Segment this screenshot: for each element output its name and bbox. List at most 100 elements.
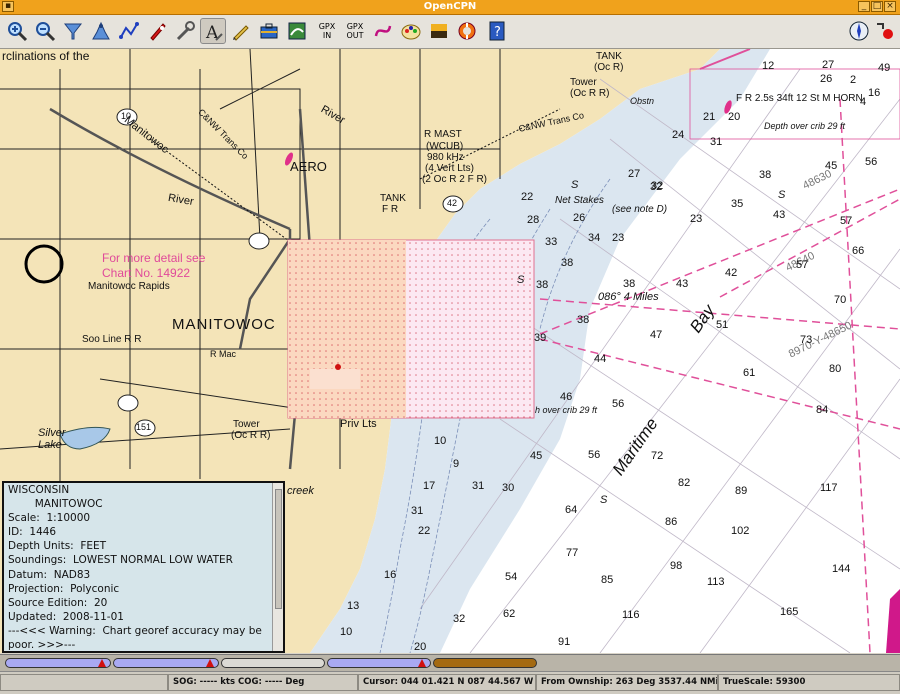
sounding-value: 35 bbox=[731, 198, 744, 210]
piano-key-4-marker bbox=[418, 659, 426, 667]
sounding-value: 77 bbox=[566, 547, 579, 559]
chart-label-creek: creek bbox=[287, 485, 314, 497]
chart-label-tank-1: TANK bbox=[380, 193, 406, 204]
sounding-value: 16 bbox=[384, 569, 397, 581]
chart-label-tower-1b: (Oc R R) bbox=[570, 88, 610, 99]
sounding-value: 10 bbox=[434, 435, 447, 447]
route-button[interactable] bbox=[116, 18, 142, 44]
sounding-value: 2 bbox=[850, 74, 857, 86]
day-night-button[interactable] bbox=[426, 18, 452, 44]
sounding-value: 17 bbox=[423, 480, 436, 492]
piano-key-4[interactable] bbox=[327, 658, 431, 668]
route-shield-10-label: 10 bbox=[121, 111, 132, 121]
help-button[interactable]: ? bbox=[484, 18, 510, 44]
sounding-value: 89 bbox=[735, 485, 748, 497]
sounding-value: 34 bbox=[588, 232, 601, 244]
chart-label-tower-1: Tower bbox=[570, 77, 597, 88]
piano-key-5[interactable] bbox=[433, 658, 537, 668]
sounding-value: 13 bbox=[347, 600, 360, 612]
scale-in-button[interactable] bbox=[60, 18, 86, 44]
pencil-icon bbox=[233, 25, 249, 41]
sounding-value: 26 bbox=[573, 212, 586, 224]
piano-key-3[interactable] bbox=[221, 658, 325, 668]
title-bar: ▪ OpenCPN _ □ × bbox=[0, 0, 900, 15]
sounding-value: 61 bbox=[743, 367, 756, 379]
sounding-value: 28 bbox=[527, 214, 540, 226]
chart-label-tower-2b: (Oc R R) bbox=[231, 430, 271, 441]
zoom-in-button[interactable] bbox=[4, 18, 30, 44]
chart-label-priv-lts: Priv Lts bbox=[340, 418, 377, 430]
sounding-value: 64 bbox=[565, 504, 578, 516]
sounding-value: 43 bbox=[773, 209, 786, 221]
status-from-ownship: From Ownship: 263 Deg 3537.44 NMi bbox=[536, 674, 718, 691]
gpx-export-button[interactable]: GPX OUT bbox=[342, 18, 368, 44]
chart-seabed-mark: S bbox=[778, 189, 786, 201]
sounding-value: 38 bbox=[561, 257, 574, 269]
chart-seabed-mark: S bbox=[571, 179, 579, 191]
chart-label-freq: 980 kHz bbox=[427, 152, 464, 163]
sounding-value: 22 bbox=[521, 191, 534, 203]
piano-key-2[interactable] bbox=[113, 658, 219, 668]
route-icon bbox=[119, 22, 139, 39]
chart-label-r-mast: R MAST bbox=[424, 129, 462, 140]
north-up-button[interactable] bbox=[846, 18, 872, 44]
sounding-value: 30 bbox=[502, 482, 515, 494]
gps-status-button[interactable] bbox=[872, 18, 898, 44]
chart-label-light-top: F R 2.5s 34ft 12 St M HORN bbox=[736, 93, 863, 104]
sounding-value: 42 bbox=[725, 267, 738, 279]
palette-icon bbox=[401, 24, 421, 40]
chart-label-obstn: Obstn bbox=[630, 96, 655, 106]
chart-label-oc-r: (2 Oc R 2 F R) bbox=[422, 174, 488, 185]
main-toolbar: A GPX IN GPX OUT ? bbox=[0, 15, 900, 49]
sounding-value: 4 bbox=[860, 96, 867, 108]
funnel-up-icon bbox=[92, 21, 110, 40]
sounding-value: 54 bbox=[505, 571, 518, 583]
route-manager-button[interactable] bbox=[256, 18, 282, 44]
chart-label-tank-1b: F R bbox=[382, 204, 399, 215]
tide-button[interactable] bbox=[370, 18, 396, 44]
sounding-value: 85 bbox=[601, 574, 614, 586]
compass-icon bbox=[849, 21, 869, 41]
info-scrollbar-thumb[interactable] bbox=[275, 489, 282, 609]
color-scheme-button[interactable] bbox=[398, 18, 424, 44]
chart-label-manitowoc-rapids: Manitowoc Rapids bbox=[88, 281, 170, 292]
mob-button[interactable] bbox=[454, 18, 480, 44]
minimize-button[interactable]: _ bbox=[858, 1, 870, 12]
sounding-value: 73 bbox=[800, 334, 813, 346]
gpx-import-button[interactable]: GPX IN bbox=[314, 18, 340, 44]
sounding-value: 72 bbox=[651, 450, 664, 462]
sounding-value: 38 bbox=[759, 169, 772, 181]
piano-key-1-marker bbox=[98, 659, 106, 667]
auto-follow-button[interactable] bbox=[144, 18, 170, 44]
sounding-value: 27 bbox=[628, 168, 641, 180]
lifebuoy-icon bbox=[458, 22, 476, 40]
sounding-value: 56 bbox=[588, 449, 601, 461]
zoom-out-button[interactable] bbox=[32, 18, 58, 44]
chart-info-text: WISCONSIN MANITOWOC Scale: 1:10000 ID: 1… bbox=[8, 484, 262, 652]
chart-text-inclinations: rclinations of the bbox=[2, 49, 90, 63]
sounding-value: 21 bbox=[703, 111, 716, 123]
options-button[interactable] bbox=[172, 18, 198, 44]
chart-label-tank-2: TANK bbox=[596, 51, 622, 62]
chart-label-soo-line: Soo Line R R bbox=[82, 334, 142, 345]
sounding-value: 113 bbox=[707, 576, 725, 588]
maximize-button[interactable]: □ bbox=[871, 1, 883, 12]
funnel-down-icon bbox=[63, 23, 83, 40]
window-title: OpenCPN bbox=[423, 1, 477, 12]
scale-out-button[interactable] bbox=[88, 18, 114, 44]
sounding-value: 32 bbox=[650, 181, 663, 193]
track-icon bbox=[288, 22, 306, 40]
help-icon: ? bbox=[489, 21, 505, 41]
text-toggle-button[interactable]: A bbox=[200, 18, 226, 44]
sounding-value: 91 bbox=[558, 636, 571, 648]
status-truescale: TrueScale: 59300 bbox=[718, 674, 900, 691]
chart-label-net-stakes: Net Stakes bbox=[555, 195, 604, 206]
sounding-value: 70 bbox=[834, 294, 847, 306]
current-tide-button[interactable] bbox=[228, 18, 254, 44]
sounding-value: 82 bbox=[678, 477, 691, 489]
info-scrollbar[interactable] bbox=[272, 483, 283, 651]
track-button[interactable] bbox=[284, 18, 310, 44]
close-button[interactable]: × bbox=[884, 1, 896, 12]
sounding-value: 27 bbox=[822, 59, 835, 71]
piano-key-1[interactable] bbox=[5, 658, 111, 668]
